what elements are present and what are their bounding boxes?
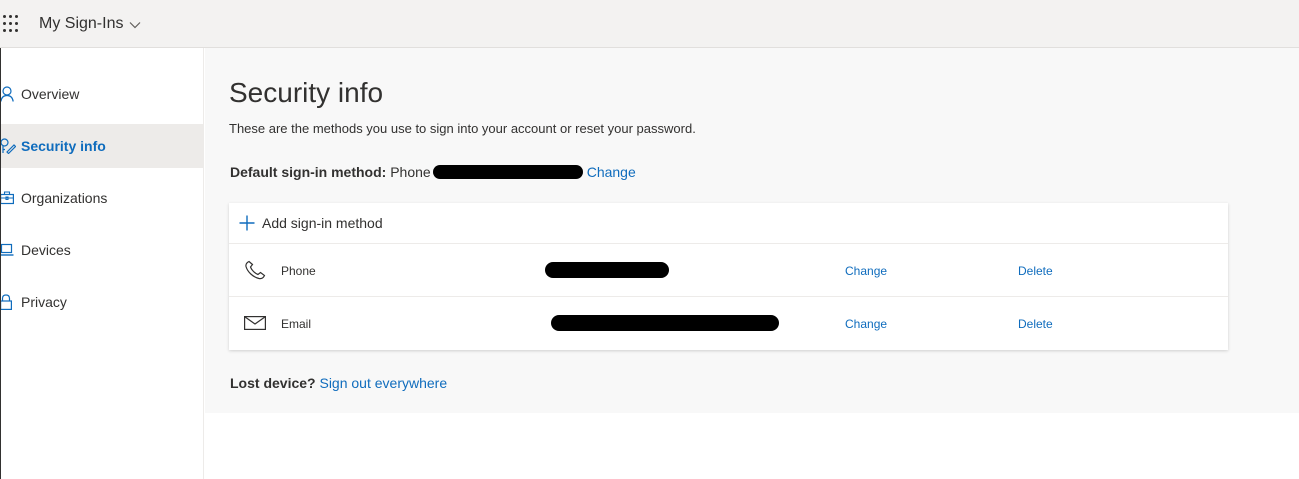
sidebar-item-devices[interactable]: Devices bbox=[0, 228, 204, 272]
redacted-phone-number bbox=[432, 165, 583, 179]
sign-in-methods-card: Add sign-in method Phone Change Delete E… bbox=[229, 203, 1228, 350]
mail-icon bbox=[244, 316, 266, 331]
default-sign-in-method: Default sign-in method: Phone Change bbox=[230, 164, 636, 180]
top-bar: My Sign-Ins bbox=[0, 0, 1299, 48]
lost-device: Lost device? Sign out everywhere bbox=[230, 375, 447, 391]
delete-phone-link[interactable]: Delete bbox=[1018, 264, 1053, 278]
sidebar-item-label: Security info bbox=[21, 138, 106, 154]
app-launcher-icon[interactable] bbox=[3, 15, 21, 33]
add-sign-in-method-label: Add sign-in method bbox=[262, 215, 383, 231]
sidebar-item-privacy[interactable]: Privacy bbox=[0, 280, 204, 324]
default-method-value: Phone bbox=[390, 164, 431, 180]
person-icon bbox=[0, 86, 21, 102]
delete-email-link[interactable]: Delete bbox=[1018, 317, 1053, 331]
change-phone-link[interactable]: Change bbox=[845, 264, 887, 278]
sidebar: Overview Security info Organizations Dev… bbox=[0, 48, 204, 479]
sidebar-item-label: Privacy bbox=[21, 294, 67, 310]
redacted-phone-value bbox=[545, 262, 669, 278]
redacted-email-value bbox=[551, 315, 779, 331]
app-title: My Sign-Ins bbox=[39, 15, 124, 32]
chevron-down-icon bbox=[130, 22, 141, 29]
laptop-icon bbox=[0, 242, 21, 258]
security-key-icon bbox=[0, 138, 21, 154]
default-method-label: Default sign-in method: bbox=[230, 164, 387, 180]
default-method-change-link[interactable]: Change bbox=[587, 164, 636, 180]
lock-icon bbox=[0, 294, 21, 310]
main-content: Security info These are the methods you … bbox=[205, 48, 1299, 413]
add-sign-in-method-button[interactable]: Add sign-in method bbox=[229, 203, 1228, 244]
plus-icon bbox=[239, 215, 255, 231]
method-name: Email bbox=[281, 317, 312, 331]
method-row-email: Email Change Delete bbox=[229, 296, 1228, 349]
change-email-link[interactable]: Change bbox=[845, 317, 887, 331]
page-title: Security info bbox=[229, 77, 384, 108]
method-row-phone: Phone Change Delete bbox=[229, 244, 1228, 297]
window-edge bbox=[0, 48, 1, 479]
sidebar-item-label: Organizations bbox=[21, 190, 108, 206]
briefcase-icon bbox=[0, 190, 21, 206]
sidebar-item-security-info[interactable]: Security info bbox=[0, 124, 204, 168]
sign-out-everywhere-link[interactable]: Sign out everywhere bbox=[319, 375, 447, 391]
phone-icon bbox=[245, 260, 266, 280]
sidebar-item-organizations[interactable]: Organizations bbox=[0, 176, 204, 220]
method-name: Phone bbox=[281, 264, 316, 278]
sidebar-item-overview[interactable]: Overview bbox=[0, 72, 204, 116]
lost-device-label: Lost device? bbox=[230, 375, 316, 391]
sidebar-item-label: Devices bbox=[21, 242, 71, 258]
page-description: These are the methods you use to sign in… bbox=[229, 121, 696, 136]
app-title-dropdown[interactable]: My Sign-Ins bbox=[39, 15, 141, 33]
sidebar-item-label: Overview bbox=[21, 86, 80, 102]
